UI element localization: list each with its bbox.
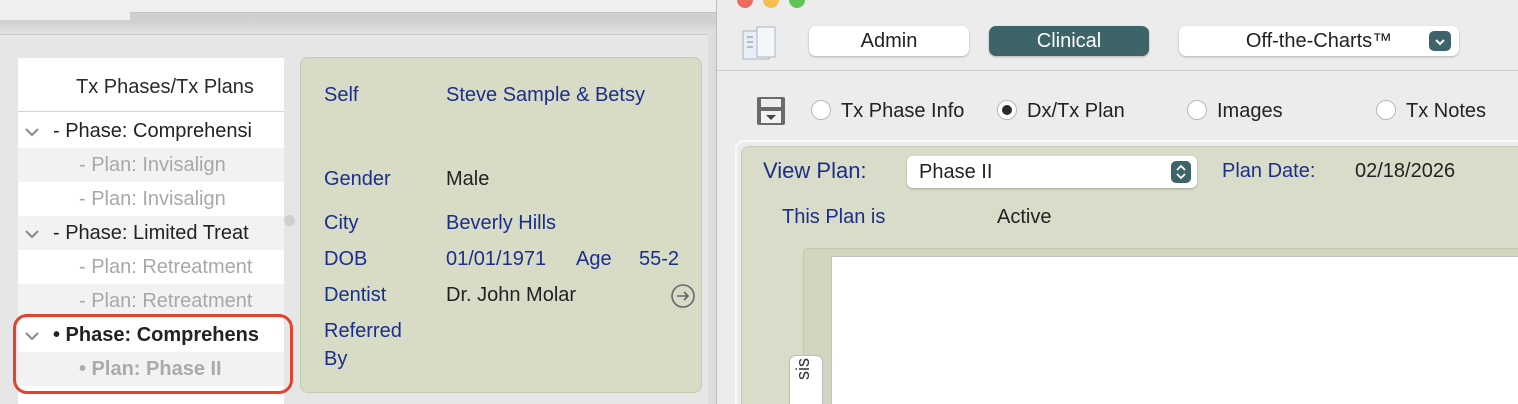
radio-circle[interactable]	[1376, 99, 1396, 120]
tree-row-phase-1[interactable]: - Phase: Comprehensi	[18, 114, 284, 148]
toolbar-divider	[717, 70, 1518, 71]
radio-circle[interactable]	[1187, 99, 1207, 120]
radio-tx-notes[interactable]: Tx Notes	[1376, 99, 1486, 123]
updown-chevron-icon[interactable]	[1171, 161, 1191, 183]
radio-circle-selected[interactable]	[997, 99, 1017, 120]
radio-dx-tx-plan[interactable]: Dx/Tx Plan	[997, 99, 1125, 123]
module-selector-value: Off-the-Charts™	[1245, 30, 1393, 52]
referred-by-label-line2: By	[324, 348, 348, 370]
gender-label: Gender	[324, 168, 391, 190]
minimize-window-button[interactable]	[763, 0, 779, 8]
radio-label: Dx/Tx Plan	[1027, 100, 1125, 122]
dentist-label: Dentist	[324, 284, 387, 306]
tree-row-label: - Plan: Retreatment	[79, 256, 253, 278]
radio-circle[interactable]	[811, 99, 831, 120]
tree-row-label: - Plan: Retreatment	[79, 290, 253, 312]
gender-value: Male	[446, 168, 490, 190]
view-plan-value: Phase II	[919, 161, 993, 183]
plan-date-label: Plan Date:	[1222, 160, 1316, 182]
age-value: 55-2	[639, 248, 680, 270]
radio-images[interactable]: Images	[1187, 99, 1283, 123]
tree-row-plan-1[interactable]: - Plan: Invisalign	[18, 148, 284, 182]
age-label: Age	[576, 248, 612, 270]
tree-row-plan-2[interactable]: - Plan: Invisalign	[18, 182, 284, 216]
window-shadow	[0, 20, 716, 34]
dob-label: DOB	[324, 248, 368, 270]
radio-label: Tx Notes	[1406, 100, 1487, 122]
patient-window: Tx Phases/Tx Plans - Phase: Comprehensi …	[0, 0, 716, 404]
view-plan-select[interactable]: Phase II	[907, 156, 1197, 188]
save-icon[interactable]	[755, 95, 787, 127]
arrow-right-circle-icon[interactable]	[670, 283, 696, 309]
tree-row-plan-4[interactable]: - Plan: Retreatment	[18, 284, 284, 318]
tree-row-plan-3[interactable]: - Plan: Retreatment	[18, 250, 284, 284]
tree-row-label: - Phase: Limited Treat	[53, 222, 249, 244]
plan-content-area[interactable]	[831, 256, 1518, 404]
tree-row-label: - Plan: Invisalign	[79, 154, 226, 176]
admin-button[interactable]: Admin	[809, 26, 969, 56]
tree-row-label: - Plan: Invisalign	[79, 188, 226, 210]
city-label: City	[324, 212, 359, 234]
chevron-down-icon[interactable]	[24, 216, 44, 250]
chevron-down-icon[interactable]	[1429, 31, 1451, 51]
tree-row-label: - Phase: Comprehensi	[53, 120, 252, 142]
radio-label: Tx Phase Info	[841, 100, 965, 122]
dob-value: 01/01/1971	[446, 248, 547, 270]
plan-date-value: 02/18/2026	[1355, 160, 1456, 182]
clinical-window: Admin Clinical Off-the-Charts™ Tx Phase …	[716, 0, 1518, 404]
view-plan-label: View Plan:	[763, 158, 867, 183]
clinical-button[interactable]: Clinical	[989, 26, 1149, 56]
plan-status-value: Active	[997, 206, 1052, 228]
radio-label: Images	[1217, 100, 1283, 122]
splitter-handle[interactable]	[284, 215, 295, 226]
close-window-button[interactable]	[737, 0, 753, 8]
radio-tx-phase-info[interactable]: Tx Phase Info	[811, 99, 964, 123]
dentist-value: Dr. John Molar	[446, 284, 577, 306]
module-selector[interactable]: Off-the-Charts™	[1179, 26, 1459, 56]
highlight-annotation	[13, 314, 293, 394]
tree-header: Tx Phases/Tx Plans	[18, 58, 284, 112]
plan-status-label: This Plan is	[782, 206, 886, 228]
zoom-window-button[interactable]	[789, 0, 805, 8]
side-tab-label: sis	[793, 358, 813, 380]
referred-by-label-line1: Referred	[324, 320, 402, 342]
chevron-down-icon[interactable]	[24, 114, 44, 148]
self-value[interactable]: Steve Sample & Betsy	[446, 81, 670, 109]
layout-icon[interactable]	[739, 25, 779, 61]
city-value: Beverly Hills	[446, 212, 557, 234]
tree-row-phase-2[interactable]: - Phase: Limited Treat	[18, 216, 284, 250]
self-label: Self	[324, 84, 359, 106]
